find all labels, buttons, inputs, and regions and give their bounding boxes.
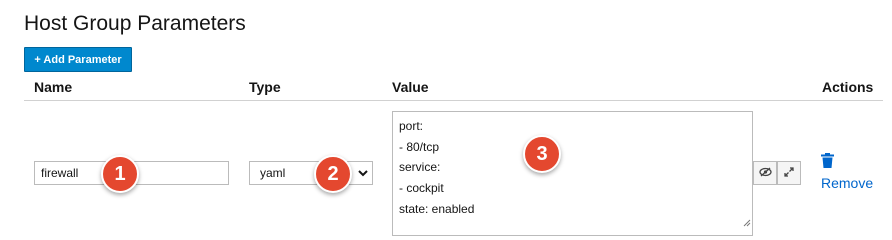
header-divider: [24, 100, 883, 101]
resize-handle-icon[interactable]: [742, 213, 751, 234]
add-parameter-button[interactable]: + Add Parameter: [24, 47, 132, 72]
column-header-type: Type: [249, 79, 281, 95]
expand-icon: [784, 164, 794, 182]
parameter-type-select[interactable]: yaml: [249, 161, 373, 185]
fullscreen-editor-button[interactable]: [777, 161, 801, 185]
column-header-name: Name: [34, 79, 73, 95]
column-header-value: Value: [392, 79, 429, 95]
value-line: - cockpit: [399, 181, 444, 196]
callout-badge-3: 3: [523, 135, 561, 173]
value-line: state: enabled: [399, 201, 475, 216]
parameter-value-textarea[interactable]: port: - 80/tcp service: - cockpit state:…: [392, 111, 753, 236]
page-title: Host Group Parameters: [24, 12, 246, 35]
chevron-down-icon: [354, 169, 372, 177]
toggle-hidden-value-button[interactable]: [753, 161, 777, 185]
value-line: service:: [399, 160, 441, 175]
column-header-actions: Actions: [822, 79, 874, 95]
callout-badge-1: 1: [101, 155, 139, 193]
value-line: port:: [399, 119, 424, 133]
eye-slash-icon: [758, 164, 772, 182]
trash-icon[interactable]: [821, 153, 834, 173]
value-line: - 80/tcp: [399, 139, 440, 154]
remove-parameter-link[interactable]: Remove: [821, 175, 873, 191]
callout-badge-2: 2: [314, 155, 352, 193]
